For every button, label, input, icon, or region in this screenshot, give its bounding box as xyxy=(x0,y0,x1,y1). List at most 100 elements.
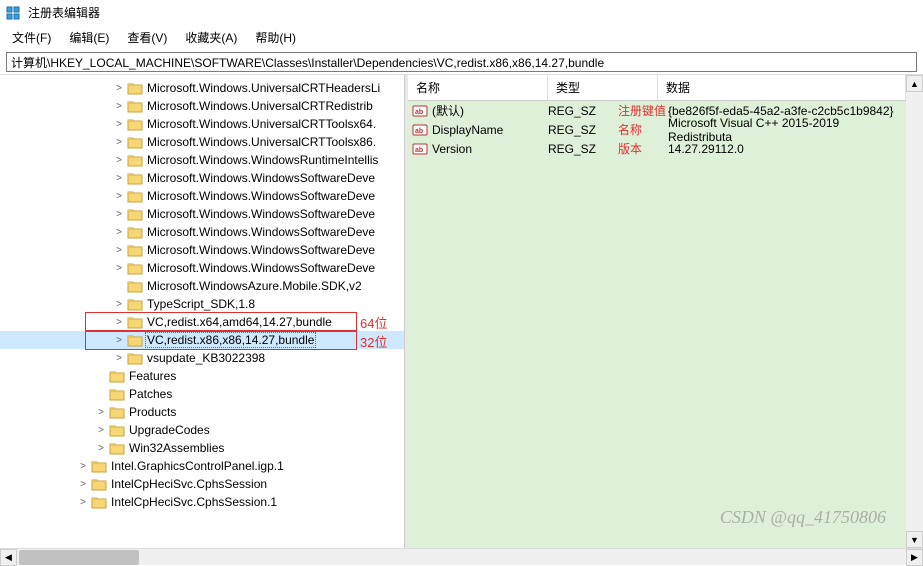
tree-item-label: Products xyxy=(127,405,178,419)
values-header: 名称 类型 数据 xyxy=(408,75,906,101)
tree-expander-icon[interactable]: > xyxy=(113,101,125,112)
folder-icon xyxy=(127,117,143,131)
folder-icon xyxy=(127,153,143,167)
tree-item[interactable]: >Microsoft.Windows.WindowsSoftwareDeve xyxy=(0,187,404,205)
folder-icon xyxy=(127,189,143,203)
folder-icon xyxy=(127,333,143,347)
tree-item[interactable]: Microsoft.WindowsAzure.Mobile.SDK,v2 xyxy=(0,277,404,295)
folder-icon xyxy=(127,225,143,239)
tree-item-label: IntelCpHeciSvc.CphsSession.1 xyxy=(109,495,279,509)
tree-item-label: Microsoft.Windows.UniversalCRTToolsx64. xyxy=(145,117,378,131)
values-scrollbar-vertical[interactable]: ▲ ▼ xyxy=(906,75,923,548)
tree-pane[interactable]: >Microsoft.Windows.UniversalCRTHeadersLi… xyxy=(0,75,405,548)
tree-item[interactable]: > Microsoft.Windows.WindowsSoftwareDeve xyxy=(0,169,404,187)
tree-expander-icon[interactable]: > xyxy=(77,461,89,472)
col-header-type[interactable]: 类型 xyxy=(548,75,658,100)
tree-expander-icon[interactable]: > xyxy=(95,425,107,436)
tree-expander-icon[interactable]: > xyxy=(95,407,107,418)
tree-item[interactable]: >Microsoft.Windows.UniversalCRTHeadersLi xyxy=(0,79,404,97)
annotation-label: 注册键值 xyxy=(618,102,668,119)
tree-item-label: Features xyxy=(127,369,178,383)
tree-expander-icon[interactable]: > xyxy=(113,191,125,202)
tree-item-label: Microsoft.Windows.WindowsSoftwareDeve xyxy=(145,243,377,257)
menu-help[interactable]: 帮助(H) xyxy=(247,27,304,48)
tree-expander-icon[interactable]: > xyxy=(113,173,125,184)
tree-item[interactable]: >VC,redist.x64,amd64,14.27,bundle xyxy=(0,313,404,331)
scroll-left-button[interactable]: ◀ xyxy=(0,549,17,566)
tree-item[interactable]: > Win32Assemblies xyxy=(0,439,404,457)
tree-expander-icon[interactable]: > xyxy=(113,83,125,94)
annotation-label: 名称 xyxy=(618,121,668,138)
tree-item[interactable]: > IntelCpHeciSvc.CphsSession xyxy=(0,475,404,493)
tree-item[interactable]: > Microsoft.Windows.WindowsSoftwareDeve xyxy=(0,259,404,277)
tree-expander-icon[interactable]: > xyxy=(77,479,89,490)
scroll-down-button[interactable]: ▼ xyxy=(906,531,923,548)
tree-item[interactable]: > vsupdate_KB3022398 xyxy=(0,349,404,367)
tree-item-label: Intel.GraphicsControlPanel.igp.1 xyxy=(109,459,286,473)
tree-item[interactable]: >TypeScript_SDK,1.8 xyxy=(0,295,404,313)
tree-expander-icon[interactable]: > xyxy=(113,209,125,220)
tree-item-label: vsupdate_KB3022398 xyxy=(145,351,267,365)
values-pane: 名称 类型 数据 ab(默认)REG_SZ注册键值{be826f5f-eda5-… xyxy=(408,75,906,548)
tree-expander-icon[interactable]: > xyxy=(113,335,125,346)
menu-file[interactable]: 文件(F) xyxy=(4,27,59,48)
menu-edit[interactable]: 编辑(E) xyxy=(61,27,117,48)
value-name: DisplayName xyxy=(432,123,548,137)
tree-item-label: Microsoft.Windows.WindowsSoftwareDeve xyxy=(145,171,377,185)
value-name: Version xyxy=(432,142,548,156)
tree-item[interactable]: >Microsoft.Windows.UniversalCRTRedistrib xyxy=(0,97,404,115)
tree-expander-icon[interactable]: > xyxy=(113,155,125,166)
tree-item-label: Microsoft.Windows.WindowsSoftwareDeve xyxy=(145,261,377,275)
tree-item-label: IntelCpHeciSvc.CphsSession xyxy=(109,477,269,491)
tree-item[interactable]: > Products xyxy=(0,403,404,421)
tree-item[interactable]: >Microsoft.Windows.WindowsSoftwareDeve xyxy=(0,223,404,241)
menu-favorites[interactable]: 收藏夹(A) xyxy=(177,27,245,48)
tree-item[interactable]: > Microsoft.Windows.WindowsSoftwareDeve xyxy=(0,205,404,223)
tree-item-label: Microsoft.Windows.UniversalCRTToolsx86. xyxy=(145,135,378,149)
tree-item[interactable]: Patches xyxy=(0,385,404,403)
string-value-icon: ab xyxy=(412,122,428,138)
tree-item-label: UpgradeCodes xyxy=(127,423,212,437)
tree-item[interactable]: > Microsoft.Windows.UniversalCRTToolsx86. xyxy=(0,133,404,151)
tree-expander-icon[interactable]: > xyxy=(113,299,125,310)
tree-expander-icon[interactable]: > xyxy=(113,317,125,328)
tree-scrollbar-horizontal[interactable]: ◀ ▶ xyxy=(0,548,923,565)
folder-icon xyxy=(109,387,125,401)
svg-text:ab: ab xyxy=(415,109,423,116)
value-row[interactable]: abVersionREG_SZ版本14.27.29112.0 xyxy=(408,139,906,158)
tree-expander-icon[interactable]: > xyxy=(113,245,125,256)
tree-item[interactable]: > IntelCpHeciSvc.CphsSession.1 xyxy=(0,493,404,511)
tree-expander-icon[interactable]: > xyxy=(77,497,89,508)
tree-expander-icon[interactable]: > xyxy=(113,227,125,238)
tree-item[interactable]: > Intel.GraphicsControlPanel.igp.1 xyxy=(0,457,404,475)
value-row[interactable]: abDisplayNameREG_SZ名称Microsoft Visual C+… xyxy=(408,120,906,139)
tree-item[interactable]: > UpgradeCodes xyxy=(0,421,404,439)
address-bar[interactable]: 计算机\HKEY_LOCAL_MACHINE\SOFTWARE\Classes\… xyxy=(6,52,917,72)
col-header-data[interactable]: 数据 xyxy=(658,75,906,100)
tree-expander-icon[interactable]: > xyxy=(113,119,125,130)
menu-view[interactable]: 查看(V) xyxy=(119,27,175,48)
tree-item-label: Microsoft.WindowsAzure.Mobile.SDK,v2 xyxy=(145,279,364,293)
annotation-label: 版本 xyxy=(618,140,668,157)
folder-icon xyxy=(127,99,143,113)
tree-item[interactable]: > Microsoft.Windows.UniversalCRTToolsx64. xyxy=(0,115,404,133)
window-title: 注册表编辑器 xyxy=(28,4,100,21)
svg-text:ab: ab xyxy=(415,147,423,154)
tree-expander-icon[interactable]: > xyxy=(113,353,125,364)
tree-item[interactable]: >VC,redist.x86,x86,14.27,bundle xyxy=(0,331,404,349)
tree-item-label: Microsoft.Windows.WindowsRuntimeIntellis xyxy=(145,153,380,167)
scroll-right-button[interactable]: ▶ xyxy=(906,549,923,566)
tree-expander-icon[interactable]: > xyxy=(95,443,107,454)
svg-text:ab: ab xyxy=(415,128,423,135)
tree-item[interactable]: > Microsoft.Windows.WindowsRuntimeIntelli… xyxy=(0,151,404,169)
col-header-name[interactable]: 名称 xyxy=(408,75,548,100)
tree-item-label: Win32Assemblies xyxy=(127,441,226,455)
tree-item[interactable]: Features xyxy=(0,367,404,385)
value-type: REG_SZ xyxy=(548,142,608,156)
tree-item-label: Microsoft.Windows.WindowsSoftwareDeve xyxy=(145,207,377,221)
scroll-up-button[interactable]: ▲ xyxy=(906,75,923,92)
tree-expander-icon[interactable]: > xyxy=(113,137,125,148)
tree-expander-icon[interactable]: > xyxy=(113,263,125,274)
tree-item[interactable]: > Microsoft.Windows.WindowsSoftwareDeve xyxy=(0,241,404,259)
folder-icon xyxy=(109,369,125,383)
